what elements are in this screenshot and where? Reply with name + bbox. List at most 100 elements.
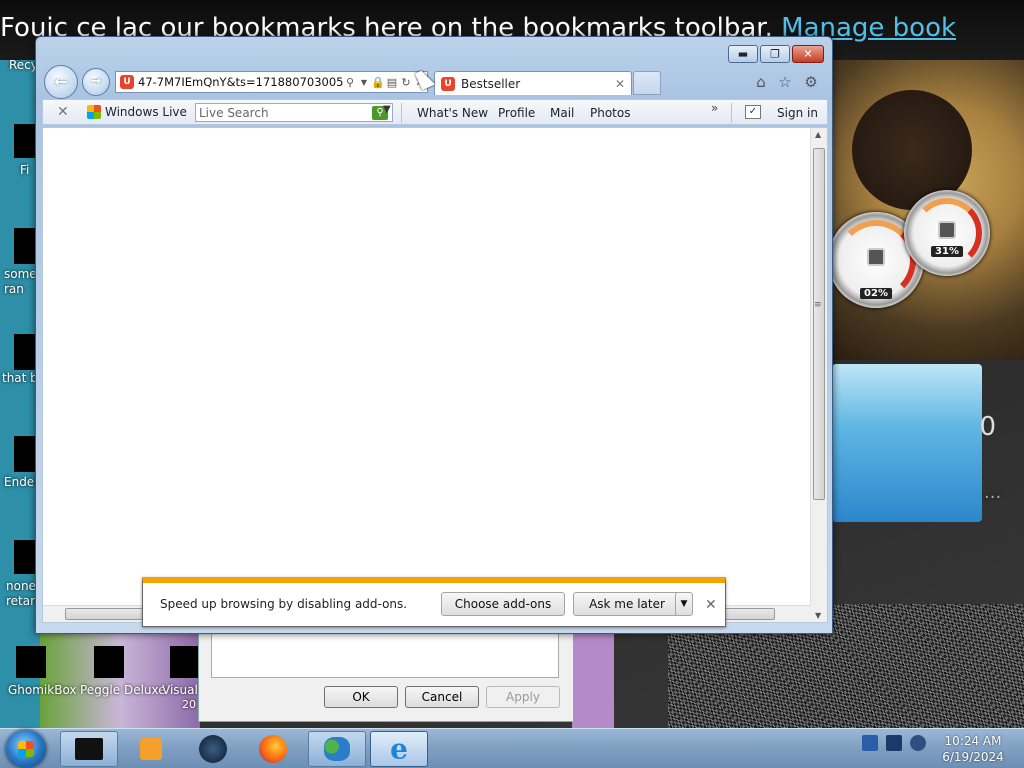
desktop-icon-redacted [14, 540, 36, 574]
close-window-button[interactable]: ✕ [792, 45, 824, 63]
desktop-icon-ender[interactable]: Ender [4, 475, 39, 489]
tab-bestseller[interactable]: U Bestseller ✕ [434, 71, 632, 95]
vertical-scrollbar[interactable]: ▲ ≡ ▼ [810, 128, 827, 622]
desktop-icon-visual-year: 20 [182, 698, 196, 711]
taskbar-app-internet-explorer[interactable]: e [370, 731, 428, 767]
dialog-text-area[interactable] [211, 632, 559, 678]
new-tab-button[interactable] [633, 71, 661, 95]
taskbar-app-terminal[interactable] [60, 731, 118, 767]
restore-icon: ❐ [770, 47, 780, 61]
desktop-icon-redacted [14, 228, 36, 264]
compatibility-icon[interactable]: ▤ [385, 76, 399, 89]
close-icon: ✕ [803, 47, 813, 61]
desktop-icon-recycle[interactable]: Recy [9, 58, 38, 72]
close-tab-icon[interactable]: ✕ [615, 77, 631, 91]
windows-flag-icon [87, 105, 101, 119]
sign-in-link[interactable]: Sign in [777, 106, 818, 120]
vertical-scroll-thumb[interactable] [813, 148, 825, 500]
page-content: ▲ ≡ ▼ [42, 127, 828, 623]
volume-icon[interactable] [910, 735, 926, 751]
desktop-icon-peggle[interactable]: Peggle Deluxe [80, 683, 166, 697]
live-search-input[interactable]: Live Search ⚲ [195, 103, 393, 122]
close-notification-icon[interactable]: ✕ [705, 597, 717, 613]
firefox-icon [259, 735, 287, 763]
search-placeholder: Live Search [199, 105, 269, 120]
toolbar-separator [731, 103, 732, 123]
scroll-grip-icon: ≡ [814, 300, 822, 310]
clock-time: 10:24 AM [944, 734, 1002, 748]
search-dropdown-icon[interactable]: ▼ [383, 104, 391, 115]
forward-button[interactable]: → [82, 68, 110, 96]
refresh-icon[interactable]: ↻ [399, 76, 413, 89]
desktop-icon-column [0, 60, 40, 728]
site-favicon: U [120, 75, 134, 89]
choose-addons-button[interactable]: Choose add-ons [441, 592, 565, 616]
desktop-icon-redacted [16, 646, 46, 678]
background-dialog: OK Cancel Apply [198, 626, 574, 722]
back-arrow-icon: ← [54, 72, 68, 92]
cancel-button[interactable]: Cancel [405, 686, 479, 708]
taskbar: e 10:24 AM 6/19/2024 [0, 728, 1024, 768]
taskbar-app-firefox[interactable] [244, 731, 302, 767]
tray-app-icon[interactable] [862, 735, 878, 751]
apply-button: Apply [486, 686, 560, 708]
lock-icon[interactable]: 🔒 [371, 76, 385, 89]
search-icon[interactable]: ⚲ [343, 76, 357, 89]
scroll-down-icon[interactable]: ▼ [815, 611, 821, 620]
banner-prefix: Fo [0, 13, 30, 43]
checkbox-icon[interactable]: ✓ [745, 105, 761, 119]
desktop-icon-redacted [170, 646, 198, 678]
cpu-icon [867, 248, 885, 266]
taskbar-app-steam[interactable] [184, 731, 242, 767]
start-button[interactable] [6, 730, 46, 768]
ok-button[interactable]: OK [324, 686, 398, 708]
notification-message: Speed up browsing by disabling add-ons. [160, 597, 408, 611]
windows-live-label: Windows Live [105, 105, 187, 119]
home-icon[interactable]: ⌂ [752, 73, 770, 91]
toolbar-separator [401, 103, 402, 123]
back-button[interactable]: ← [44, 65, 78, 99]
photos-link[interactable]: Photos [590, 106, 630, 120]
steam-icon [199, 735, 227, 763]
desktop-icon-fi[interactable]: Fi [20, 163, 29, 177]
ask-me-later-button[interactable]: Ask me later [573, 592, 681, 616]
dropdown-arrow-icon[interactable]: ▼ [357, 78, 371, 87]
gear-icon[interactable]: ⚙ [802, 73, 820, 91]
address-bar[interactable]: U 47-7M7IEmQnY&ts=1718807030058 ⚲ ▼ 🔒 ▤ … [115, 71, 428, 93]
desktop-icon-that[interactable]: that b [2, 371, 38, 385]
network-icon[interactable] [886, 735, 902, 751]
scroll-up-icon[interactable]: ▲ [815, 130, 821, 139]
windows-live-toolbar: ✕ Windows Live Live Search ⚲ ▼ What's Ne… [42, 99, 828, 125]
taskbar-app-messenger[interactable] [308, 731, 366, 767]
profile-link[interactable]: Profile [498, 106, 535, 120]
weather-gadget[interactable]: 0 [832, 364, 996, 522]
windows-logo-icon [18, 741, 34, 757]
minimize-icon: ▬ [737, 47, 749, 61]
taskbar-clock[interactable]: 10:24 AM 6/19/2024 [936, 733, 1010, 765]
desktop-icon-ghomikbox[interactable]: GhomikBox [8, 683, 77, 697]
more-chevron-icon[interactable]: » [711, 101, 718, 115]
desktop-icon-redacted [14, 334, 36, 370]
restore-button[interactable]: ❐ [760, 45, 790, 63]
minimize-button[interactable]: ▬ [728, 45, 758, 63]
memory-gauge-gadget: 31% [904, 190, 990, 276]
address-url[interactable]: 47-7M7IEmQnY&ts=1718807030058 [138, 75, 343, 89]
messenger-icon [324, 737, 350, 761]
windows-live-button[interactable]: Windows Live [87, 105, 187, 119]
whats-new-link[interactable]: What's New [417, 106, 488, 120]
gadget-dots: ... [984, 482, 1002, 503]
desktop-icon-visual[interactable]: Visual [162, 683, 198, 697]
mail-link[interactable]: Mail [550, 106, 574, 120]
favorites-star-icon[interactable]: ☆ [776, 73, 794, 91]
internet-explorer-icon: e [390, 732, 408, 766]
desktop-icon-some[interactable]: some ran [4, 267, 37, 297]
gadget-number: 0 [979, 412, 996, 442]
close-toolbar-icon[interactable]: ✕ [57, 104, 69, 120]
ask-later-dropdown-button[interactable]: ▼ [675, 592, 693, 616]
system-tray [862, 735, 926, 751]
memory-percent: 31% [931, 246, 963, 257]
forward-arrow-icon: → [90, 74, 102, 90]
taskbar-app-media[interactable] [122, 731, 180, 767]
tab-favicon: U [441, 76, 455, 91]
browser-window: ▬ ❐ ✕ ← → U 47-7M7IEmQnY&ts=171880703005… [35, 36, 833, 634]
